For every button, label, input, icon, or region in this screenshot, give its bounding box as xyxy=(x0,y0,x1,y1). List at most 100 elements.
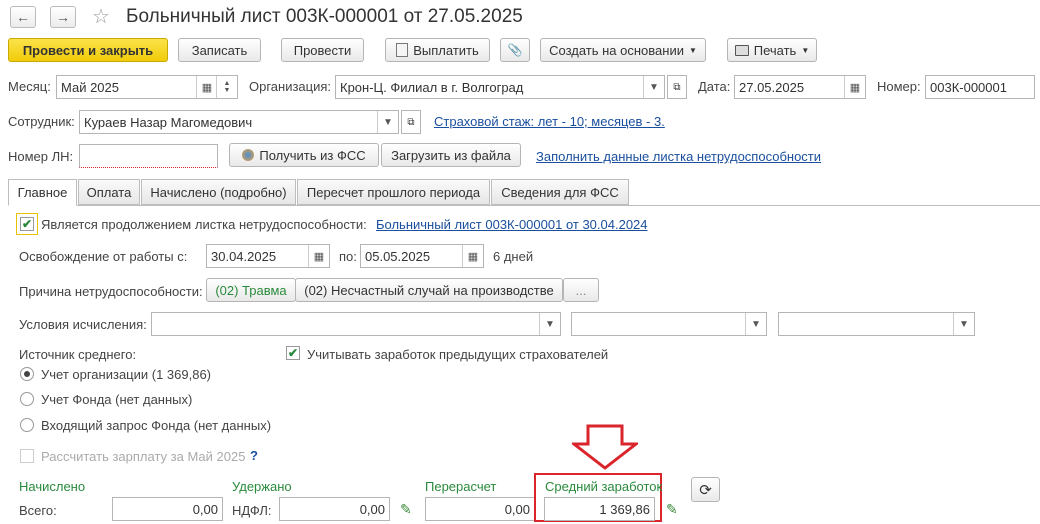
calc-salary-checkbox[interactable] xyxy=(20,449,34,463)
date-field[interactable]: 27.05.2025 ▦ xyxy=(734,75,866,99)
tab-accrued-detail[interactable]: Начислено (подробно) xyxy=(141,179,296,205)
number-value: 003К-000001 xyxy=(930,79,1007,95)
conditions-select-3[interactable]: ▼ xyxy=(778,312,975,336)
fill-sick-leave-link[interactable]: Заполнить данные листка нетрудоспособнос… xyxy=(536,149,821,164)
insurance-experience-link[interactable]: Страховой стаж: лет - 10; месяцев - 3. xyxy=(434,114,665,129)
month-value: Май 2025 xyxy=(61,79,119,95)
number-label: Номер: xyxy=(877,79,921,94)
calendar-icon[interactable]: ▦ xyxy=(308,245,329,267)
release-to-label: по: xyxy=(339,249,357,264)
cause-detail-button[interactable]: (02) Несчастный случай на производстве xyxy=(295,278,563,302)
days-count: 6 дней xyxy=(493,249,534,264)
employee-value: Кураев Назар Магомедович xyxy=(84,114,253,130)
cause-code-value: (02) Травма xyxy=(215,282,287,298)
open-organization-icon[interactable]: ⧉ xyxy=(667,75,687,99)
employee-field[interactable]: Кураев Назар Магомедович ▼ xyxy=(79,110,399,134)
edit-pencil-icon[interactable]: ✎ xyxy=(666,501,678,518)
continuation-checkbox[interactable]: ✔ xyxy=(20,217,34,231)
calendar-icon[interactable]: ▦ xyxy=(462,245,483,267)
conditions-select-2[interactable]: ▼ xyxy=(571,312,767,336)
forward-icon: → xyxy=(56,9,70,25)
organization-label: Организация: xyxy=(249,79,332,94)
organization-field[interactable]: Крон-Ц. Филиал в г. Волгоград ▼ xyxy=(335,75,665,99)
red-arrow-icon xyxy=(572,424,638,470)
post-and-close-button[interactable]: Провести и закрыть xyxy=(8,38,168,62)
ln-number-input[interactable] xyxy=(79,144,218,168)
source-label: Источник среднего: xyxy=(19,347,137,362)
chevron-down-icon[interactable]: ▼ xyxy=(745,313,766,335)
open-employee-icon[interactable]: ⧉ xyxy=(401,110,421,134)
get-from-fss-label: Получить из ФСС xyxy=(259,147,366,163)
chevron-down-icon[interactable]: ▼ xyxy=(539,313,560,335)
average-earnings-field[interactable]: 1 369,86 xyxy=(544,497,655,521)
release-from-field[interactable]: 30.04.2025 ▦ xyxy=(206,244,330,268)
refresh-button[interactable]: ⟳ xyxy=(691,477,720,502)
back-button[interactable]: ← xyxy=(10,6,36,28)
document-icon xyxy=(396,43,409,57)
tab-payment[interactable]: Оплата xyxy=(78,179,140,205)
month-label: Месяц: xyxy=(8,79,51,94)
month-field[interactable]: Май 2025 ▦ ▲ ▼ xyxy=(56,75,238,99)
radio-org-accounting[interactable] xyxy=(20,367,34,381)
ndfl-field[interactable]: 0,00 xyxy=(279,497,390,521)
attach-button[interactable]: 📎 xyxy=(500,38,530,62)
page-title: Больничный лист 003К-000001 от 27.05.202… xyxy=(126,6,523,27)
tab-recalc-previous[interactable]: Пересчет прошлого периода xyxy=(297,179,490,205)
release-to-field[interactable]: 05.05.2025 ▦ xyxy=(360,244,484,268)
load-from-file-button[interactable]: Загрузить из файла xyxy=(381,143,521,167)
organization-value: Крон-Ц. Филиал в г. Волгоград xyxy=(340,79,524,95)
create-based-label: Создать на основании xyxy=(549,42,684,58)
pay-label: Выплатить xyxy=(413,42,479,58)
save-button[interactable]: Записать xyxy=(178,38,261,62)
tab-main[interactable]: Главное xyxy=(8,179,77,206)
fss-icon xyxy=(242,149,255,161)
radio-fund-accounting-label: Учет Фонда (нет данных) xyxy=(41,392,193,407)
consider-prev-checkbox[interactable]: ✔ xyxy=(286,346,300,360)
chevron-down-icon[interactable]: ▼ xyxy=(953,313,974,335)
release-to-value: 05.05.2025 xyxy=(365,248,431,264)
favorite-star-icon[interactable]: ☆ xyxy=(92,4,110,29)
chevron-down-icon[interactable]: ▼ xyxy=(643,76,664,98)
tabs-divider xyxy=(8,205,1040,206)
conditions-select-1[interactable]: ▼ xyxy=(151,312,561,336)
edit-pencil-icon[interactable]: ✎ xyxy=(400,501,412,518)
cause-label: Причина нетрудоспособности: xyxy=(19,284,203,299)
get-from-fss-button[interactable]: Получить из ФСС xyxy=(229,143,379,167)
accrued-label: Начислено xyxy=(19,479,86,494)
help-icon[interactable]: ? xyxy=(250,448,258,463)
month-spin-icon[interactable]: ▲ ▼ xyxy=(216,76,237,98)
employee-label: Сотрудник: xyxy=(8,114,75,129)
conditions-label: Условия исчисления: xyxy=(19,317,147,332)
create-based-button[interactable]: Создать на основании ▼ xyxy=(540,38,706,62)
calendar-icon[interactable]: ▦ xyxy=(844,76,865,98)
total-label: Всего: xyxy=(19,503,57,518)
consider-prev-label: Учитывать заработок предыдущих страховат… xyxy=(307,347,609,362)
withheld-label: Удержано xyxy=(232,479,292,494)
cause-more-button[interactable]: ... xyxy=(563,278,599,302)
calendar-icon[interactable]: ▦ xyxy=(196,76,217,98)
tab-fss-info[interactable]: Сведения для ФСС xyxy=(491,179,629,205)
pay-button[interactable]: Выплатить xyxy=(385,38,490,62)
post-button[interactable]: Провести xyxy=(281,38,364,62)
continuation-link[interactable]: Больничный лист 003К-000001 от 30.04.202… xyxy=(376,217,648,232)
printer-icon xyxy=(734,44,749,56)
cause-code-button[interactable]: (02) Травма xyxy=(206,278,296,302)
continuation-label: Является продолжением листка нетрудоспос… xyxy=(41,217,367,232)
print-button[interactable]: Печать ▼ xyxy=(727,38,817,62)
refresh-icon: ⟳ xyxy=(699,481,712,499)
recalc-label: Перерасчет xyxy=(425,479,497,494)
back-icon: ← xyxy=(16,9,30,25)
dropdown-arrow-icon: ▼ xyxy=(801,45,810,55)
radio-incoming-request-label: Входящий запрос Фонда (нет данных) xyxy=(41,418,272,433)
forward-button[interactable]: → xyxy=(50,6,76,28)
radio-fund-accounting[interactable] xyxy=(20,392,34,406)
ln-number-label: Номер ЛН: xyxy=(8,149,74,164)
chevron-down-icon[interactable]: ▼ xyxy=(377,111,398,133)
date-label: Дата: xyxy=(698,79,731,94)
number-field[interactable]: 003К-000001 xyxy=(925,75,1035,99)
ndfl-label: НДФЛ: xyxy=(232,503,272,518)
radio-org-accounting-label: Учет организации (1 369,86) xyxy=(41,367,212,382)
total-field[interactable]: 0,00 xyxy=(112,497,223,521)
radio-incoming-request[interactable] xyxy=(20,418,34,432)
recalc-field[interactable]: 0,00 xyxy=(425,497,535,521)
